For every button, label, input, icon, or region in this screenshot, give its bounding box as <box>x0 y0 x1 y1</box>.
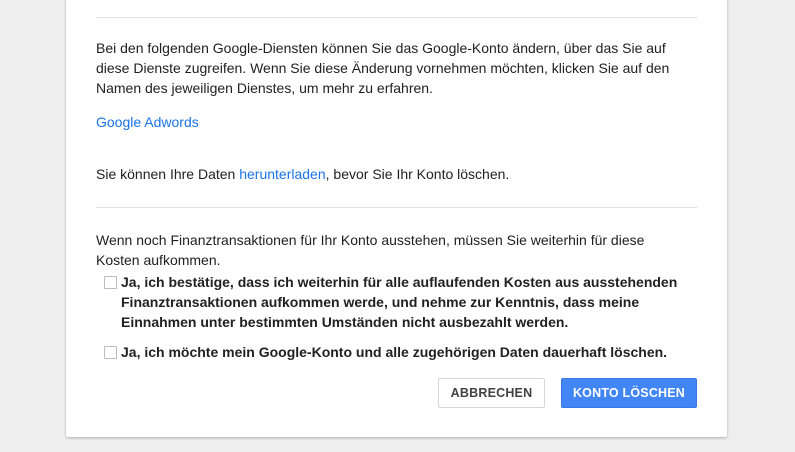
download-text-before: Sie können Ihre Daten <box>96 166 240 182</box>
services-intro-text: Bei den folgenden Google-Diensten können… <box>96 40 670 96</box>
divider <box>96 207 697 208</box>
cancel-button[interactable]: ABBRECHEN <box>438 378 545 408</box>
download-link[interactable]: herunterladen <box>239 166 325 182</box>
service-link-google-adwords[interactable]: Google Adwords <box>96 112 199 132</box>
confirm-costs-checkbox[interactable] <box>104 276 117 289</box>
confirm-costs-checkbox-row[interactable]: Ja, ich bestätige, dass ich weiterhin fü… <box>104 272 694 332</box>
divider <box>96 17 697 18</box>
confirm-delete-checkbox-row[interactable]: Ja, ich möchte mein Google-Konto und all… <box>104 342 694 362</box>
download-text: Sie können Ihre Daten herunterladen, bev… <box>96 164 686 184</box>
confirm-delete-checkbox[interactable] <box>104 346 117 359</box>
delete-account-card: Bei den folgenden Google-Diensten können… <box>66 0 727 437</box>
delete-account-button[interactable]: KONTO LÖSCHEN <box>561 378 697 408</box>
finance-notice-text: Wenn noch Finanztransaktionen für Ihr Ko… <box>96 232 645 268</box>
confirm-delete-label[interactable]: Ja, ich möchte mein Google-Konto und all… <box>121 342 667 362</box>
download-text-after: , bevor Sie Ihr Konto löschen. <box>325 166 510 182</box>
confirm-costs-label[interactable]: Ja, ich bestätige, dass ich weiterhin fü… <box>121 272 694 332</box>
